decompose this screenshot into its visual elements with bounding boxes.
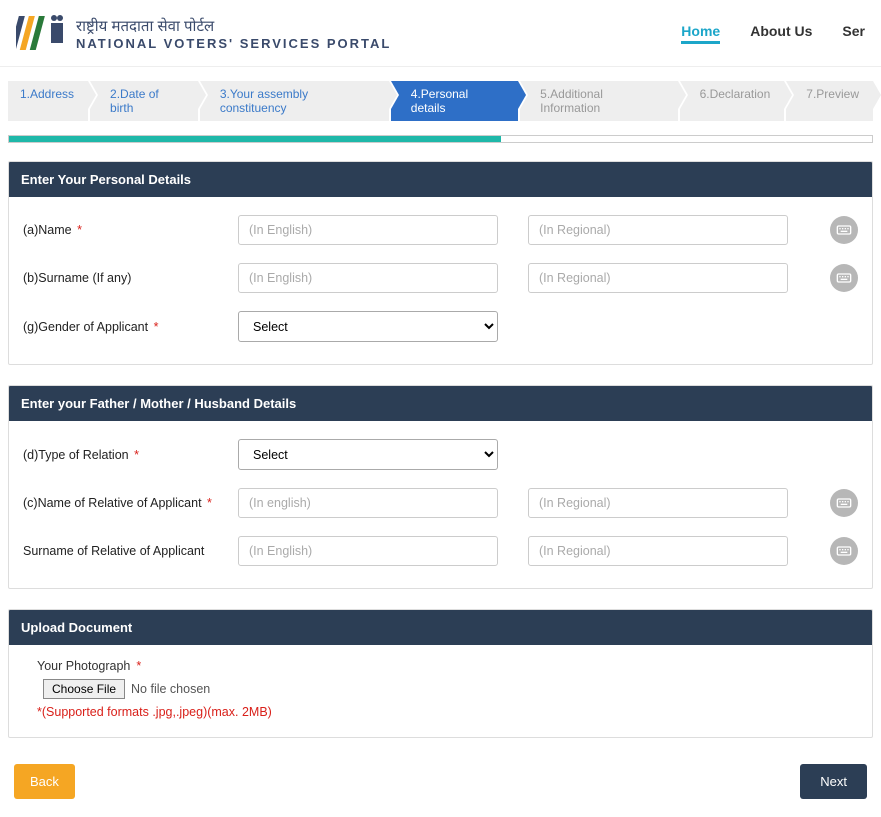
row-relative-surname: Surname of Relative of Applicant (23, 536, 858, 566)
relative-surname-regional-input[interactable] (528, 536, 788, 566)
label-relname-text: (c)Name of Relative of Applicant (23, 496, 202, 510)
label-gender: (g)Gender of Applicant * (23, 320, 238, 334)
name-regional-input[interactable] (528, 215, 788, 245)
row-relation-type: (d)Type of Relation * Select (23, 439, 858, 470)
keyboard-icon[interactable] (830, 264, 858, 292)
section-personal: Enter Your Personal Details (a)Name * (b… (8, 161, 873, 365)
nav-home[interactable]: Home (681, 23, 720, 44)
section-upload: Upload Document Your Photograph * Choose… (8, 609, 873, 738)
keyboard-icon[interactable] (830, 537, 858, 565)
nav-about[interactable]: About Us (750, 23, 812, 44)
gender-select[interactable]: Select (238, 311, 498, 342)
row-gender: (g)Gender of Applicant * Select (23, 311, 858, 342)
label-relative-surname: Surname of Relative of Applicant (23, 544, 238, 558)
label-photograph: Your Photograph * (23, 659, 858, 679)
section-relative: Enter your Father / Mother / Husband Det… (8, 385, 873, 589)
progress-fill (9, 136, 501, 142)
keyboard-icon[interactable] (830, 489, 858, 517)
section-relative-header: Enter your Father / Mother / Husband Det… (9, 386, 872, 421)
progress-bar (8, 135, 873, 143)
section-personal-header: Enter Your Personal Details (9, 162, 872, 197)
header: राष्ट्रीय मतदाता सेवा पोर्टल NATIONAL VO… (0, 0, 881, 67)
logo-hindi: राष्ट्रीय मतदाता सेवा पोर्टल (76, 16, 391, 36)
keyboard-icon[interactable] (830, 216, 858, 244)
step-preview[interactable]: 7.Preview (786, 81, 873, 121)
required-marker: * (154, 320, 159, 334)
logo: राष्ट्रीय मतदाता सेवा पोर्टल NATIONAL VO… (16, 8, 391, 58)
step-additional[interactable]: 5.Additional Information (520, 81, 677, 121)
relative-surname-english-input[interactable] (238, 536, 498, 566)
step-declaration[interactable]: 6.Declaration (680, 81, 785, 121)
required-marker: * (207, 496, 212, 510)
relation-type-select[interactable]: Select (238, 439, 498, 470)
choose-file-button[interactable]: Choose File (43, 679, 125, 699)
step-dob[interactable]: 2.Date of birth (90, 81, 198, 121)
label-surname: (b)Surname (If any) (23, 271, 238, 285)
logo-text: राष्ट्रीय मतदाता सेवा पोर्टल NATIONAL VO… (76, 16, 391, 51)
nav-ser[interactable]: Ser (842, 23, 865, 44)
required-marker: * (136, 659, 141, 673)
eci-logo-icon (16, 8, 66, 58)
relative-name-english-input[interactable] (238, 488, 498, 518)
file-input-row: Choose File No file chosen (23, 679, 858, 705)
action-bar: Back Next (0, 758, 881, 817)
back-button[interactable]: Back (14, 764, 75, 799)
step-constituency[interactable]: 3.Your assembly constituency (200, 81, 389, 121)
label-relation-text: (d)Type of Relation (23, 448, 129, 462)
label-gender-text: (g)Gender of Applicant (23, 320, 148, 334)
row-relative-name: (c)Name of Relative of Applicant * (23, 488, 858, 518)
file-status: No file chosen (131, 682, 210, 696)
logo-english: NATIONAL VOTERS' SERVICES PORTAL (76, 36, 391, 51)
row-surname: (b)Surname (If any) (23, 263, 858, 293)
relative-name-regional-input[interactable] (528, 488, 788, 518)
top-nav: Home About Us Ser (681, 23, 865, 44)
upload-hint: *(Supported formats .jpg,.jpeg)(max. 2MB… (23, 705, 858, 729)
row-name: (a)Name * (23, 215, 858, 245)
surname-english-input[interactable] (238, 263, 498, 293)
required-marker: * (77, 223, 82, 237)
next-button[interactable]: Next (800, 764, 867, 799)
label-relation-type: (d)Type of Relation * (23, 448, 238, 462)
required-marker: * (134, 448, 139, 462)
label-name: (a)Name * (23, 223, 238, 237)
label-photo-text: Your Photograph (37, 659, 130, 673)
step-tabs: 1.Address 2.Date of birth 3.Your assembl… (0, 67, 881, 129)
surname-regional-input[interactable] (528, 263, 788, 293)
label-name-text: (a)Name (23, 223, 72, 237)
step-address[interactable]: 1.Address (8, 81, 88, 121)
step-personal[interactable]: 4.Personal details (391, 81, 518, 121)
section-upload-header: Upload Document (9, 610, 872, 645)
name-english-input[interactable] (238, 215, 498, 245)
label-relative-name: (c)Name of Relative of Applicant * (23, 496, 238, 510)
